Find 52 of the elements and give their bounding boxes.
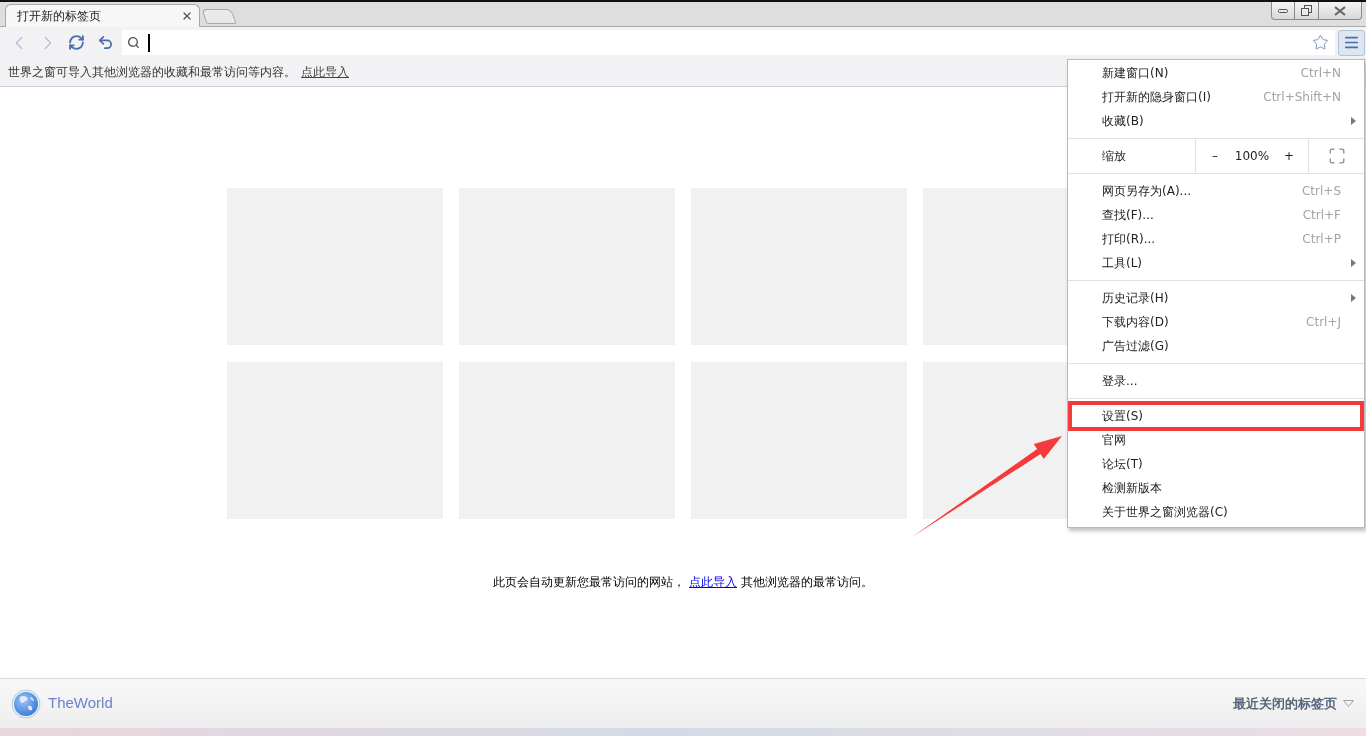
menu-item[interactable]: 设置(S) — [1068, 401, 1364, 431]
menu-item[interactable]: 打印(R)... Ctrl+P — [1068, 227, 1364, 251]
minimize-icon — [1278, 8, 1288, 13]
info-message: 世界之窗可导入其他浏览器的收藏和最常访问等内容。 — [8, 64, 296, 81]
menu-icon — [1343, 34, 1360, 51]
menu-item[interactable]: 关于世界之窗浏览器(C) — [1068, 500, 1364, 524]
new-tab-button[interactable] — [201, 9, 237, 24]
menu-item[interactable]: 官网 — [1068, 428, 1364, 452]
reload-icon — [68, 34, 85, 51]
menu-item[interactable]: 登录... — [1068, 369, 1364, 393]
menu-item[interactable]: 下载内容(D) Ctrl+J — [1068, 310, 1364, 334]
close-icon — [1334, 5, 1346, 16]
shortcut-text: Ctrl+J — [1306, 314, 1341, 331]
zoom-in-button[interactable]: + — [1270, 139, 1308, 173]
restore-button[interactable] — [1295, 2, 1319, 20]
star-icon[interactable] — [1312, 34, 1329, 51]
restore-icon — [1301, 5, 1312, 16]
browser-tab[interactable]: 打开新的标签页 — [5, 4, 200, 27]
close-icon[interactable] — [181, 10, 193, 22]
close-window-button[interactable] — [1319, 2, 1362, 20]
menu-item[interactable]: 历史记录(H) — [1068, 286, 1364, 310]
zoom-label: 缩放 — [1102, 148, 1126, 165]
zoom-out-button[interactable]: – — [1196, 139, 1234, 173]
text-cursor-icon — [148, 33, 150, 52]
globe-icon — [11, 688, 41, 719]
menu-item[interactable]: 收藏(B) — [1068, 109, 1364, 133]
shortcut-text: Ctrl+Shift+N — [1263, 89, 1341, 106]
import-link[interactable]: 点此导入 — [689, 575, 737, 589]
menu-item[interactable]: 论坛(T) — [1068, 452, 1364, 476]
shortcut-text: Ctrl+N — [1300, 65, 1341, 82]
menu-button[interactable] — [1338, 29, 1365, 56]
minimize-button[interactable] — [1271, 2, 1295, 20]
zoom-level-text: 100% — [1234, 148, 1270, 165]
search-icon — [127, 36, 140, 49]
undo-icon — [97, 34, 114, 51]
fullscreen-icon[interactable] — [1327, 147, 1346, 165]
menu-item[interactable]: 新建窗口(N) Ctrl+N — [1068, 61, 1364, 85]
caret-icon — [1343, 700, 1354, 707]
address-field[interactable] — [122, 30, 1335, 55]
menu-item[interactable]: 打开新的隐身窗口(I) Ctrl+Shift+N — [1068, 85, 1364, 109]
notice-text: 此页会自动更新您最常访问的网站， 点此导入 其他浏览器的最常访问。 — [493, 574, 873, 591]
import-link[interactable]: 点此导入 — [301, 63, 349, 81]
brand-name: TheWorld — [48, 693, 113, 714]
menu-item[interactable]: 广告过滤(G) — [1068, 334, 1364, 358]
shortcut-text: Ctrl+S — [1301, 183, 1341, 200]
menu-item[interactable]: 工具(L) — [1068, 251, 1364, 275]
shortcut-text: Ctrl+P — [1302, 231, 1341, 248]
shortcut-text: Ctrl+F — [1302, 207, 1341, 224]
recently-closed-button[interactable]: 最近关闭的标签页 — [1233, 693, 1354, 714]
menu-item[interactable]: 查找(F)... Ctrl+F — [1068, 203, 1364, 227]
menu-item[interactable]: 检测新版本 — [1068, 476, 1364, 500]
menu-item[interactable]: 网页另存为(A)... Ctrl+S — [1068, 179, 1364, 203]
